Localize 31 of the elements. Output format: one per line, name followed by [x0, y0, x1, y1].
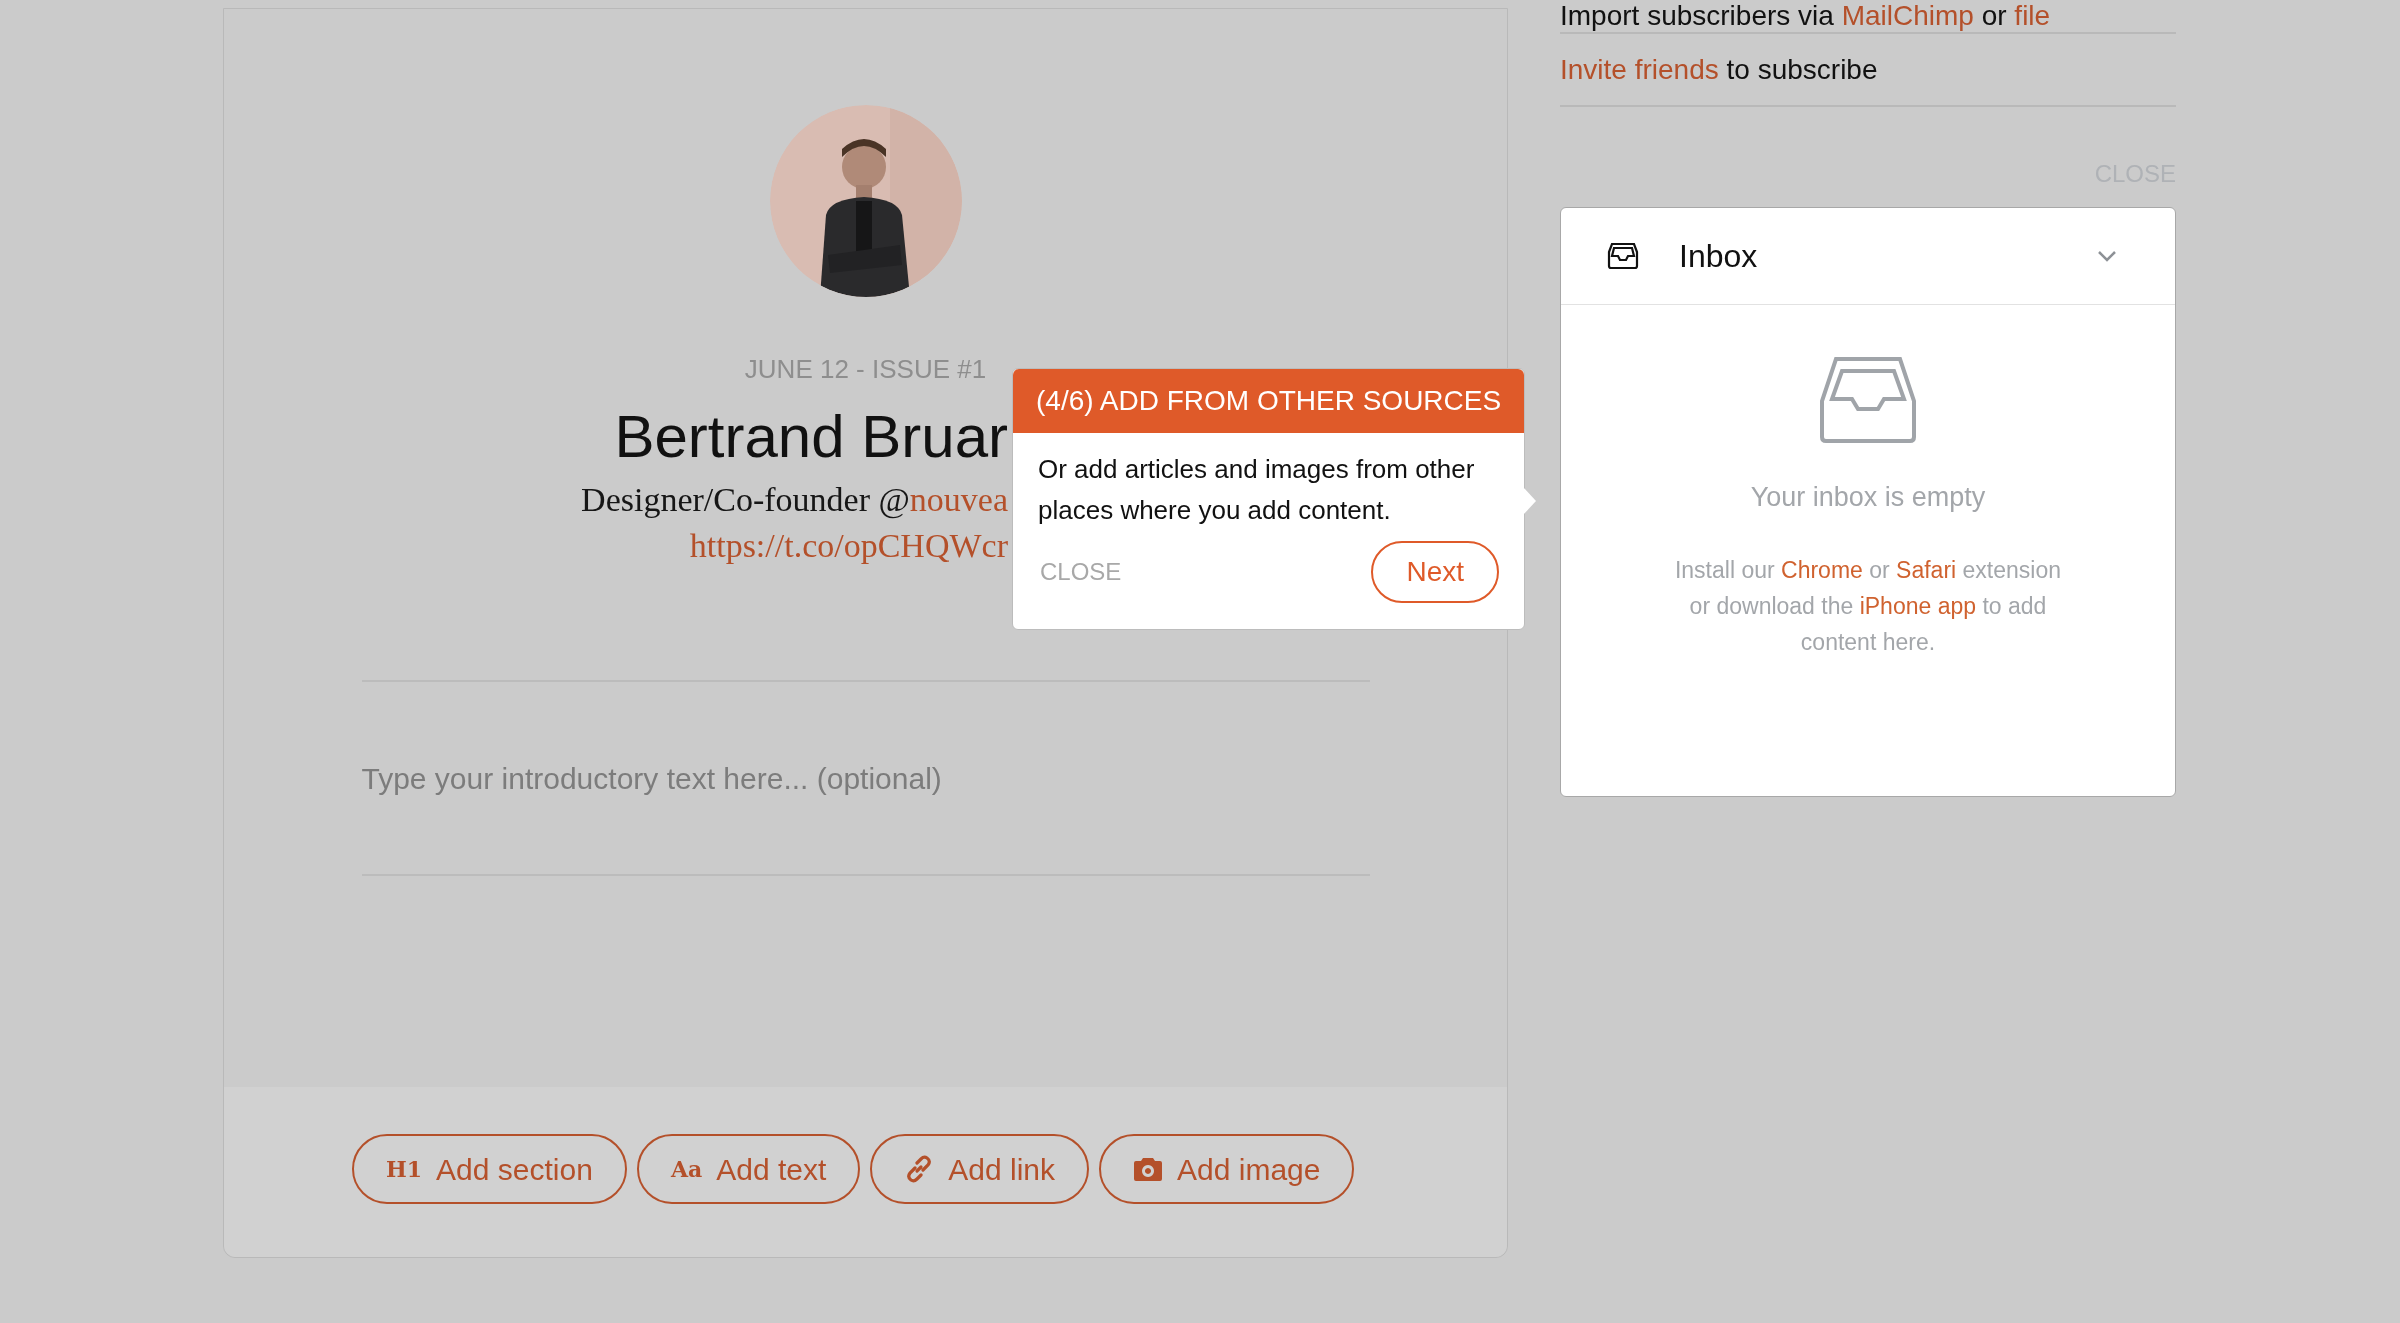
- next-button[interactable]: Next: [1371, 541, 1499, 603]
- link[interactable]: Chrome: [1781, 556, 1863, 583]
- format-icon: Aa: [670, 1152, 703, 1186]
- tooltip-text: Or add articles and images from other places where you add content.: [1037, 453, 1476, 527]
- install-hint: Install our Chrome or Safari extension or download the iPhone app to add content here.: [1673, 555, 2063, 657]
- add-button[interactable]: Add image: [1099, 1134, 1355, 1204]
- issue-date: JUNE 12 - ISSUE #1: [744, 353, 987, 386]
- empty-inbox-icon: [1820, 357, 1916, 443]
- add-button[interactable]: Add link: [870, 1134, 1089, 1204]
- link[interactable]: MailChimp: [1841, 0, 1974, 31]
- link[interactable]: iPhone app: [1859, 592, 1977, 619]
- add-button[interactable]: Aa Add text: [636, 1134, 861, 1204]
- link[interactable]: file: [2014, 0, 2051, 31]
- link[interactable]: Invite friends: [1560, 54, 1719, 85]
- empty-message: Your inbox is empty: [1750, 481, 1986, 514]
- link[interactable]: nouvea: [909, 481, 1008, 518]
- add-button[interactable]: H1 Add section: [352, 1134, 627, 1204]
- author-bio: Designer/Co-founder @nouvea: [581, 480, 1008, 521]
- link[interactable]: Safari: [1896, 556, 1957, 583]
- close-link[interactable]: CLOSE: [1038, 554, 1122, 590]
- intro-field[interactable]: Type your introductory text here... (optional): [361, 755, 1370, 801]
- author-name: Bertrand Bruar: [614, 402, 1008, 472]
- camera-icon: [1133, 1156, 1163, 1182]
- tooltip-title: (4/6) ADD FROM OTHER SOURCES: [1013, 369, 1524, 433]
- format-icon: H1: [386, 1152, 423, 1186]
- subscriber-action: Invite friends to subscribe: [1560, 54, 1878, 85]
- inbox-icon: [1607, 242, 1639, 270]
- inbox-title: Inbox: [1679, 237, 1759, 276]
- chevron-down-icon[interactable]: [2097, 250, 2117, 262]
- subscriber-action: Import subscribers via MailChimp or file: [1560, 0, 2051, 31]
- bio-link[interactable]: https://t.co/opCHQWcr: [689, 524, 1008, 568]
